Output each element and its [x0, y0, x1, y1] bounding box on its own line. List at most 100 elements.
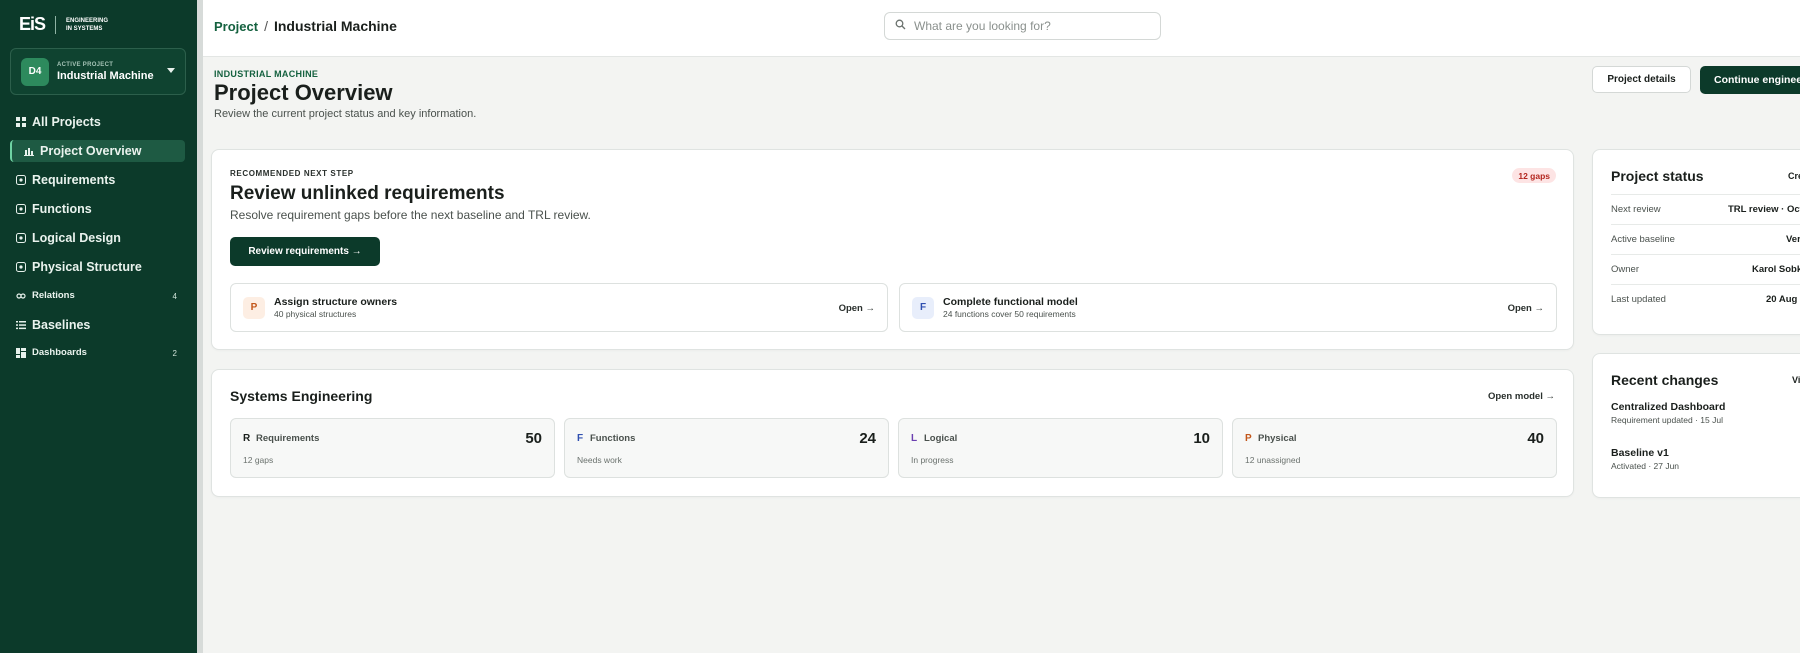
sidebar-item-baselines[interactable]: Baselines — [16, 318, 90, 332]
status-value: Version — [1786, 234, 1800, 245]
metric-physical[interactable]: P Physical 40 12 unassigned — [1232, 418, 1557, 478]
recommendation-subtitle: Resolve requirement gaps before the next… — [230, 208, 591, 222]
breadcrumb-separator: / — [264, 18, 268, 34]
link-icon — [16, 291, 26, 301]
view-all-link[interactable]: View — [1792, 375, 1800, 385]
sidebar-item-label: Relations — [32, 290, 75, 301]
square-dot-icon — [16, 204, 26, 214]
metric-value: 10 — [1193, 430, 1210, 447]
status-value: Karol Sobka — [1752, 264, 1800, 275]
sidebar-item-label: Functions — [32, 202, 92, 216]
sidebar-item-logical-design[interactable]: Logical Design — [16, 231, 121, 245]
create-link[interactable]: Create — [1788, 171, 1800, 181]
change-item[interactable]: Baseline v1 Activated · 27 Jun — [1611, 447, 1679, 471]
square-dot-icon — [16, 262, 26, 272]
sidebar-item-label: All Projects — [32, 115, 101, 129]
sidebar-item-label: Dashboards — [32, 347, 87, 358]
sidebar-item-relations[interactable]: Relations — [16, 290, 75, 301]
task-assign-structure-owners[interactable]: P Assign structure owners 40 physical st… — [230, 283, 888, 332]
metric-label: Physical — [1258, 433, 1297, 444]
page-subtitle: Review the current project status and ke… — [214, 108, 477, 120]
brand-tagline-line2: IN SYSTEMS — [66, 25, 103, 32]
status-key: Active baseline — [1611, 234, 1675, 245]
brand-logo: EiS — [19, 14, 46, 34]
metric-functions[interactable]: F Functions 24 Needs work — [564, 418, 889, 478]
search-box[interactable] — [884, 12, 1161, 40]
sidebar: EiS ENGINEERING IN SYSTEMS D4 ACTIVE PRO… — [0, 0, 197, 653]
brand-tagline-line1: ENGINEERING — [66, 17, 109, 24]
metric-label: Logical — [924, 433, 958, 444]
status-row-active-baseline: Active baseline Version — [1611, 224, 1800, 254]
function-letter-icon: F — [912, 296, 934, 319]
breadcrumb: Project / Industrial Machine — [214, 18, 397, 34]
list-icon — [16, 320, 26, 330]
sidebar-item-label: Physical Structure — [32, 260, 142, 274]
recent-changes-card: Recent changes View Centralized Dashboar… — [1592, 353, 1800, 498]
task-subtitle: 24 functions cover 50 requirements — [943, 309, 1076, 319]
metric-value: 24 — [859, 430, 876, 447]
change-subtitle: Requirement updated · 15 Jul — [1611, 415, 1723, 425]
task-open-link[interactable]: Open → — [839, 303, 875, 314]
metric-value: 40 — [1527, 430, 1544, 447]
task-open-link[interactable]: Open → — [1508, 303, 1544, 314]
status-key: Owner — [1611, 264, 1639, 275]
project-status-card: Project status Create Next review TRL re… — [1592, 149, 1800, 335]
metric-value: 50 — [525, 430, 542, 447]
relations-count-badge: 4 — [172, 292, 177, 301]
recommendation-eyebrow: RECOMMENDED NEXT STEP — [230, 169, 354, 178]
page-title: Project Overview — [214, 80, 393, 105]
change-title: Centralized Dashboard — [1611, 401, 1726, 413]
physical-letter-icon: P — [243, 296, 265, 319]
breadcrumb-current: Industrial Machine — [273, 18, 397, 34]
recommendation-card: RECOMMENDED NEXT STEP Review unlinked re… — [211, 149, 1574, 350]
brand-tagline: ENGINEERING IN SYSTEMS — [66, 17, 108, 33]
breadcrumb-project-link[interactable]: Project — [214, 19, 258, 34]
status-value: 20 Aug — [1766, 294, 1798, 305]
logical-letter-icon: L — [911, 433, 918, 444]
requirements-letter-icon: R — [243, 433, 251, 444]
dashboard-icon — [16, 347, 26, 358]
chart-icon — [24, 146, 34, 156]
recent-changes-title: Recent changes — [1611, 372, 1719, 388]
sidebar-item-label: Logical Design — [32, 231, 121, 245]
task-subtitle: 40 physical structures — [274, 309, 357, 319]
square-dot-icon — [16, 175, 26, 185]
status-row-last-updated: Last updated 20 Aug — [1611, 284, 1800, 314]
status-key: Next review — [1611, 204, 1661, 215]
square-dot-icon — [16, 233, 26, 243]
sidebar-item-all-projects[interactable]: All Projects — [16, 115, 101, 129]
dashboards-count-badge: 2 — [172, 349, 177, 358]
search-icon — [895, 17, 906, 35]
sidebar-item-project-overview[interactable]: Project Overview — [24, 144, 141, 158]
review-requirements-button[interactable]: Review requirements → — [230, 237, 380, 266]
metric-requirements[interactable]: R Requirements 50 12 gaps — [230, 418, 555, 478]
metric-note: 12 gaps — [243, 455, 274, 465]
gaps-badge: 12 gaps — [1512, 168, 1556, 183]
change-item[interactable]: Centralized Dashboard Requirement update… — [1611, 401, 1725, 425]
search-input[interactable] — [914, 19, 1144, 33]
task-complete-functional-model[interactable]: F Complete functional model 24 functions… — [899, 283, 1557, 332]
functions-letter-icon: F — [577, 433, 584, 444]
status-key: Last updated — [1611, 294, 1666, 305]
project-details-button[interactable]: Project details — [1592, 66, 1691, 93]
sidebar-item-label: Requirements — [32, 173, 116, 187]
project-switcher[interactable]: D4 ACTIVE PROJECT Industrial Machine — [10, 48, 186, 95]
metric-logical[interactable]: L Logical 10 In progress — [898, 418, 1223, 478]
continue-engineering-button[interactable]: Continue engineering — [1700, 66, 1800, 94]
task-title: Complete functional model — [943, 296, 1078, 308]
metric-note: In progress — [911, 455, 954, 465]
sidebar-item-functions[interactable]: Functions — [16, 202, 92, 216]
grid-icon — [16, 117, 26, 127]
open-model-link[interactable]: Open model → — [1488, 391, 1555, 402]
systems-engineering-title: Systems Engineering — [230, 388, 373, 404]
project-avatar: D4 — [21, 57, 49, 86]
sidebar-item-label: Project Overview — [40, 144, 142, 158]
sidebar-item-requirements[interactable]: Requirements — [16, 173, 115, 187]
brand[interactable]: EiS ENGINEERING IN SYSTEMS — [19, 14, 108, 35]
sidebar-item-dashboards[interactable]: Dashboards — [16, 347, 87, 358]
systems-engineering-card: Systems Engineering Open model → R Requi… — [211, 369, 1574, 497]
brand-divider — [55, 15, 57, 34]
sidebar-item-physical-structure[interactable]: Physical Structure — [16, 260, 142, 274]
physical-letter-icon: P — [1245, 433, 1252, 444]
status-row-next-review: Next review TRL review · Oct — [1611, 194, 1800, 224]
